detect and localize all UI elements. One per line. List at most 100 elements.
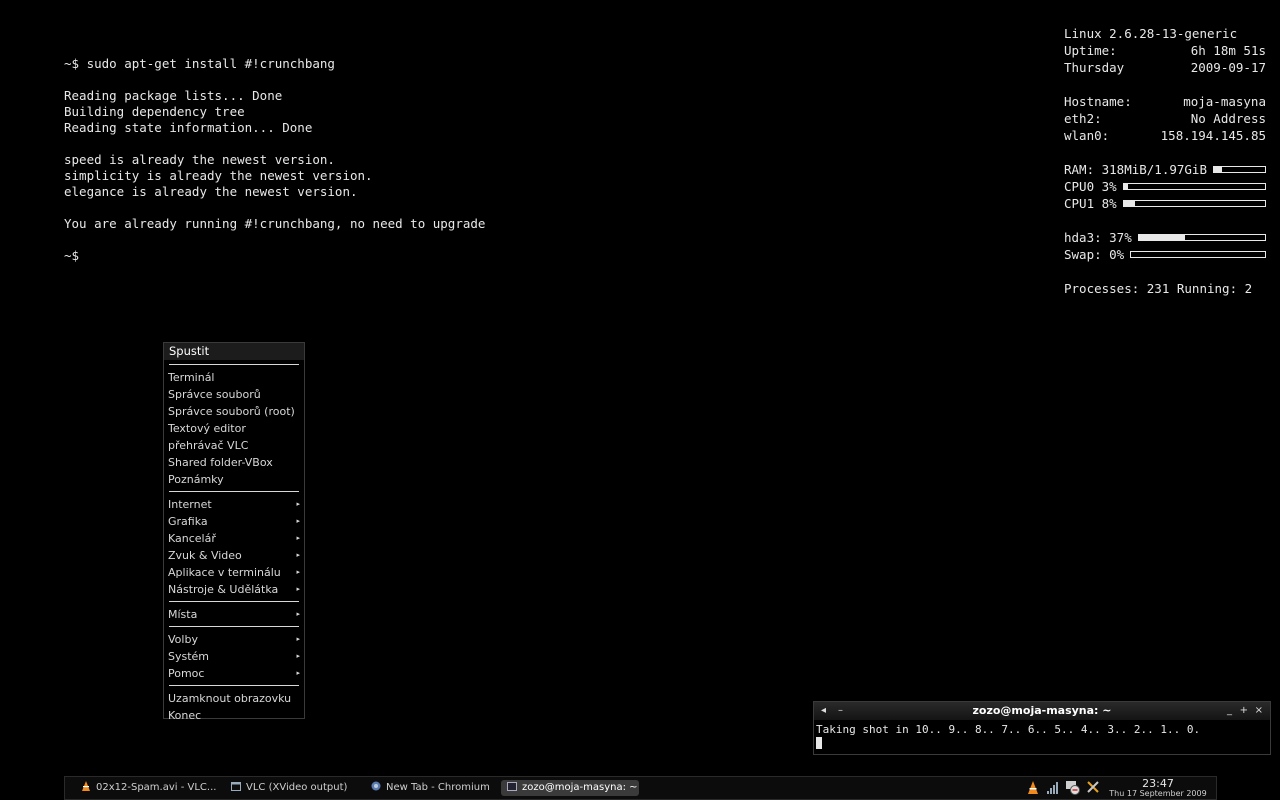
terminal-titlebar[interactable]: ◂ – zozo@moja-masyna: ~ _ + × [814, 702, 1270, 720]
menu-title: Spustit [164, 343, 304, 360]
terminal-icon [507, 781, 517, 791]
menu-item[interactable]: Kancelář ▸ [164, 530, 304, 547]
menu-item-label: Zvuk & Video [168, 549, 242, 562]
menu-group-session: Uzamknout obrazovku Konec [164, 690, 304, 724]
terminal-window[interactable]: ◂ – zozo@moja-masyna: ~ _ + × Taking sho… [813, 701, 1271, 755]
menu-item-label: přehrávač VLC [168, 439, 249, 452]
menu-item[interactable]: Místa ▸ [164, 606, 304, 623]
terminal-output: Taking shot in 10.. 9.. 8.. 7.. 6.. 5.. … [816, 723, 1201, 736]
submenu-arrow-icon: ▸ [296, 534, 300, 542]
clock-date[interactable]: Thu 17 September 2009 [1108, 789, 1208, 798]
menu-item[interactable]: Systém ▸ [164, 648, 304, 665]
desktop-terminal-output: ~$ sudo apt-get install #!crunchbang Read… [64, 56, 485, 264]
menu-item-label: Internet [168, 498, 212, 511]
menu-group-places: Místa ▸ [164, 606, 304, 623]
menu-item-label: Volby [168, 633, 198, 646]
menu-item[interactable]: Textový editor [164, 420, 304, 437]
menu-item[interactable]: Terminál [164, 369, 304, 386]
terminal-body[interactable]: Taking shot in 10.. 9.. 8.. 7.. 6.. 5.. … [814, 720, 1270, 754]
menu-item-label: Kancelář [168, 532, 216, 545]
wlan0-label: wlan0: [1064, 128, 1110, 143]
submenu-arrow-icon: ▸ [296, 585, 300, 593]
minimize-button[interactable]: _ [1227, 702, 1232, 720]
terminal-line: elegance is already the newest version. [64, 184, 358, 199]
menu-group-apps: Terminál Správce souborů Správce souborů (… [164, 369, 304, 488]
terminal-title: zozo@moja-masyna: ~ [972, 704, 1112, 717]
close-button[interactable]: × [1255, 702, 1263, 720]
signal-icon[interactable] [1047, 779, 1059, 797]
menu-item[interactable]: Správce souborů (root) [164, 403, 304, 420]
submenu-arrow-icon: ▸ [296, 551, 300, 559]
task-vlc-xvideo[interactable]: VLC (XVideo output) [225, 780, 361, 796]
terminal-line: Building dependency tree [64, 104, 245, 119]
menu-group-settings: Volby ▸ Systém ▸ Pomoc ▸ [164, 631, 304, 682]
menu-item[interactable]: Poznámky [164, 471, 304, 488]
menu-item[interactable]: Volby ▸ [164, 631, 304, 648]
hda3-label: hda3: 37% [1064, 230, 1132, 245]
task-label: 02x12-Spam.avi - VLC... [96, 782, 217, 793]
task-terminal[interactable]: zozo@moja-masyna: ~ [501, 780, 639, 796]
window-icon [231, 781, 241, 791]
submenu-arrow-icon: ▸ [296, 610, 300, 618]
terminal-line: ~$ [64, 248, 80, 263]
menu-item[interactable]: Shared folder-VBox [164, 454, 304, 471]
terminal-line: speed is already the newest version. [64, 152, 335, 167]
conky-monitor: Linux 2.6.28-13-generic Uptime: 6h 18m 51… [1064, 25, 1266, 297]
terminal-line: simplicity is already the newest version… [64, 168, 373, 183]
menu-item[interactable]: přehrávač VLC [164, 437, 304, 454]
task-chromium[interactable]: New Tab - Chromium [365, 780, 501, 796]
menu-item-label: Textový editor [168, 422, 246, 435]
network-icon[interactable] [1065, 779, 1081, 797]
menu-item[interactable]: Grafika ▸ [164, 513, 304, 530]
menu-separator [169, 685, 299, 686]
vlc-tray-icon[interactable] [1027, 779, 1039, 797]
processes-info: Processes: 231 Running: 2 [1064, 281, 1253, 296]
swap-label: Swap: 0% [1064, 247, 1125, 262]
kernel-version: Linux 2.6.28-13-generic [1064, 26, 1238, 41]
menu-item-label: Terminál [168, 371, 215, 384]
menu-item[interactable]: Aplikace v terminálu ▸ [164, 564, 304, 581]
menu-item[interactable]: Konec [164, 707, 304, 724]
menu-separator [169, 601, 299, 602]
submenu-arrow-icon: ▸ [296, 635, 300, 643]
task-label: New Tab - Chromium [386, 782, 490, 793]
task-vlc-spam[interactable]: 02x12-Spam.avi - VLC... [75, 780, 221, 796]
eth2-value: No Address [1190, 111, 1266, 126]
taskbar: 02x12-Spam.avi - VLC... VLC (XVideo outp… [64, 776, 1217, 800]
hostname-value: moja-masyna [1183, 94, 1266, 109]
menu-item-label: Místa [168, 608, 198, 621]
task-label: zozo@moja-masyna: ~ [522, 782, 638, 793]
menu-item-label: Aplikace v terminálu [168, 566, 281, 579]
menu-item[interactable]: Internet ▸ [164, 496, 304, 513]
menu-item[interactable]: Uzamknout obrazovku [164, 690, 304, 707]
menu-item[interactable]: Správce souborů [164, 386, 304, 403]
submenu-arrow-icon: ▸ [296, 517, 300, 525]
terminal-cursor [816, 737, 822, 749]
menu-item[interactable]: Pomoc ▸ [164, 665, 304, 682]
submenu-arrow-icon: ▸ [296, 568, 300, 576]
hostname-label: Hostname: [1064, 94, 1132, 109]
eth2-label: eth2: [1064, 111, 1102, 126]
uptime-value: 6h 18m 51s [1190, 43, 1266, 58]
tools-icon[interactable] [1086, 779, 1100, 797]
cpu0-bar [1122, 183, 1266, 190]
ram-bar [1213, 166, 1266, 173]
menu-item-label: Poznámky [168, 473, 224, 486]
cpu0-label: CPU0 3% [1064, 179, 1117, 194]
menu-item-label: Konec [168, 709, 202, 722]
menu-item[interactable]: Zvuk & Video ▸ [164, 547, 304, 564]
maximize-button[interactable]: + [1240, 702, 1248, 720]
terminal-line: ~$ sudo apt-get install #!crunchbang [64, 56, 335, 71]
swap-bar [1130, 251, 1266, 258]
ram-label: RAM: 318MiB/1.97GiB [1064, 162, 1207, 177]
chromium-icon [371, 781, 381, 791]
submenu-arrow-icon: ▸ [296, 500, 300, 508]
menu-item[interactable]: Nástroje & Udělátka ▸ [164, 581, 304, 598]
menu-item-label: Systém [168, 650, 210, 663]
task-label: VLC (XVideo output) [246, 782, 348, 793]
submenu-arrow-icon: ▸ [296, 669, 300, 677]
